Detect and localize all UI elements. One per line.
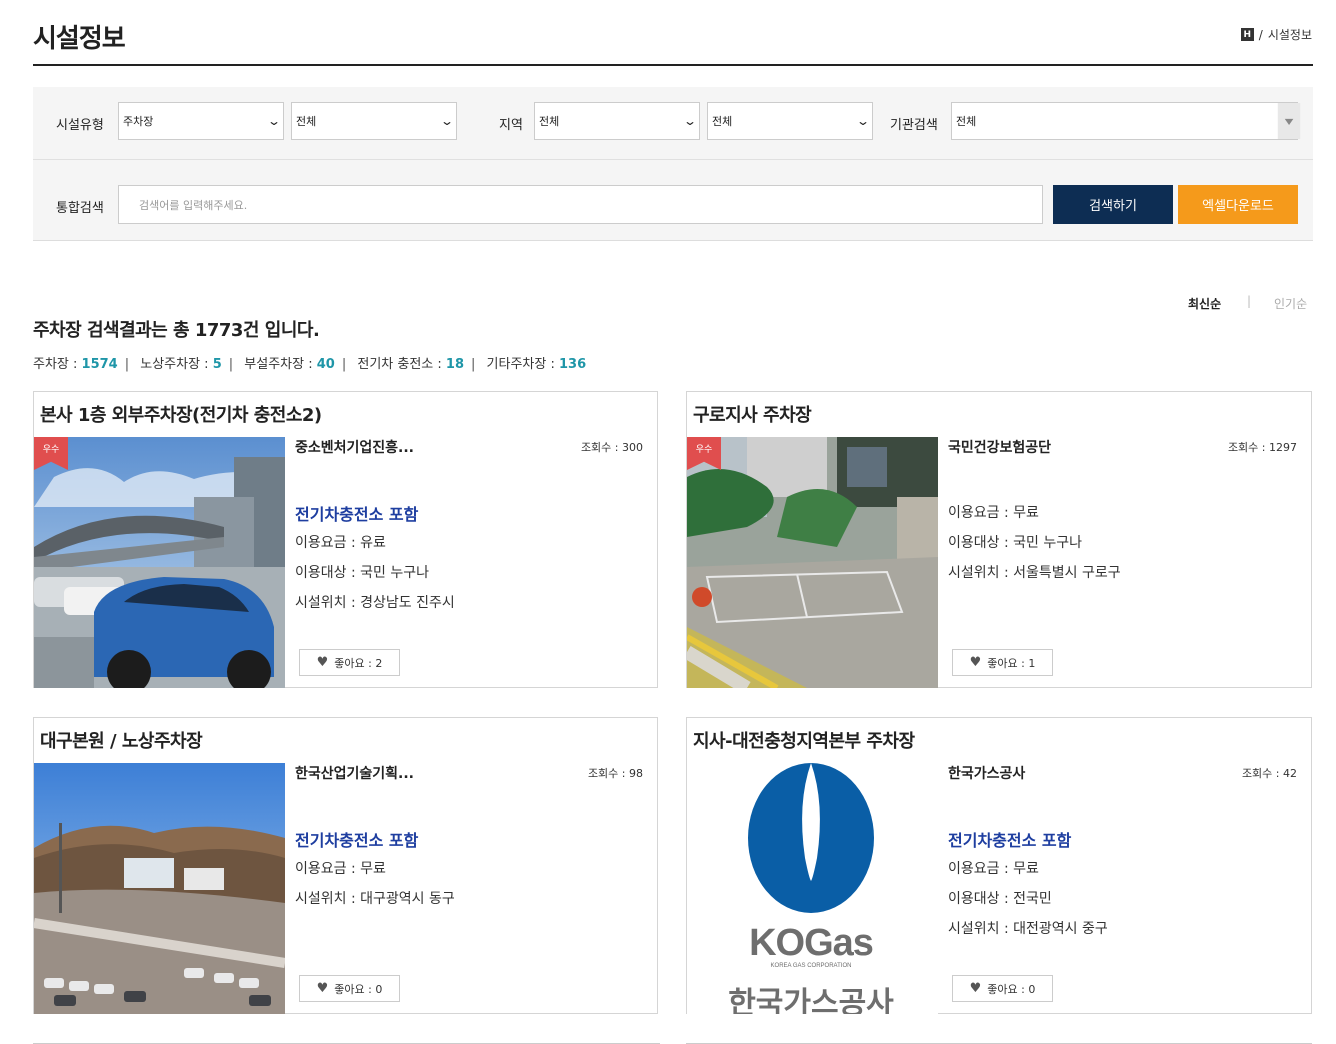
logo-text: KOGas: [749, 922, 873, 964]
title-divider: [33, 64, 1313, 66]
usage-target: 이용대상 : 전국민: [948, 891, 1052, 907]
breadcrumb-separator: /: [1258, 27, 1263, 42]
usage-fee: 이용요금 : 유료: [295, 535, 386, 551]
usage-fee: 이용요금 : 무료: [948, 505, 1039, 521]
sort-latest-link[interactable]: 최신순: [1188, 295, 1221, 312]
like-button[interactable]: ♥ 좋아요 : 2: [299, 649, 400, 676]
region-label: 지역: [499, 118, 523, 133]
like-button[interactable]: ♥ 좋아요 : 0: [299, 975, 400, 1002]
region-value: 전체: [539, 115, 560, 128]
logo-korean: 한국가스공사: [728, 986, 894, 1014]
like-count: 좋아요 : 0: [334, 982, 383, 996]
view-count: 조회수 : 42: [1241, 767, 1297, 780]
region-sub-value: 전체: [712, 115, 733, 128]
count-label: 기타주차장 :: [486, 357, 559, 372]
chevron-down-icon: ⌄: [682, 114, 698, 128]
category-counts: 주차장 : 1574 | 노상주차장 : 5 | 부설주차장 : 40 | 전기차 충…: [33, 357, 587, 372]
like-count: 좋아요 : 2: [334, 656, 383, 670]
view-count: 조회수 : 300: [580, 441, 643, 454]
facility-card[interactable]: 지사-대전충청지역본부 주차장 KOGas KOREA GAS CORPORAT…: [686, 717, 1312, 1014]
count-value: 5: [212, 357, 222, 372]
region-select[interactable]: 전체 ⌄: [534, 102, 700, 140]
ev-charger-note: 전기차충전소 포함: [295, 505, 419, 524]
facility-photo[interactable]: 우수: [687, 437, 938, 688]
facility-subtype-value: 전체: [296, 115, 317, 128]
view-count: 조회수 : 1297: [1227, 441, 1297, 454]
count-label: 노상주차장 :: [140, 357, 213, 372]
count-value: 136: [558, 357, 587, 372]
breadcrumb: H / 시설정보: [1240, 26, 1312, 43]
facility-location: 시설위치 : 대구광역시 동구: [295, 891, 455, 907]
chevron-down-icon: ⌄: [855, 114, 871, 128]
sort-separator: |: [1247, 294, 1252, 308]
panel-divider: [33, 159, 1313, 160]
page-title: 시설정보: [33, 24, 126, 54]
excel-download-button[interactable]: 엑셀다운로드: [1178, 185, 1298, 224]
facility-location: 시설위치 : 경상남도 진주시: [295, 595, 455, 611]
heart-icon: ♥: [316, 655, 329, 670]
heart-icon: ♥: [969, 981, 982, 996]
like-button[interactable]: ♥ 좋아요 : 0: [952, 975, 1053, 1002]
facility-type-value: 주차장: [123, 115, 154, 128]
count-value: 1574: [81, 357, 118, 372]
org-name: 한국가스공사: [948, 766, 1026, 782]
card-title[interactable]: 지사-대전충청지역본부 주차장: [693, 727, 915, 753]
search-input[interactable]: 검색어를 입력해주세요.: [118, 185, 1043, 224]
card-title[interactable]: 구로지사 주차장: [693, 401, 812, 427]
org-name: 국민건강보험공단: [948, 440, 1052, 456]
heart-icon: ♥: [316, 981, 329, 996]
facility-card[interactable]: 대구본원 / 노상주차장 한국산업기술기획... 조회수: 98 전기차충전소…: [33, 717, 658, 1014]
facility-type-select[interactable]: 주차장 ⌄: [118, 102, 284, 140]
count-label: 주차장 :: [33, 357, 82, 372]
facility-type-label: 시설유형: [56, 118, 104, 133]
result-summary: 주차장 검색결과는 총 1773건 입니다.: [33, 320, 320, 341]
facility-subtype-select[interactable]: 전체 ⌄: [291, 102, 457, 140]
facility-location: 시설위치 : 서울특별시 구로구: [948, 565, 1121, 581]
usage-fee: 이용요금 : 무료: [948, 861, 1039, 877]
facility-photo[interactable]: 우수: [34, 437, 285, 688]
card-title[interactable]: 대구본원 / 노상주차장: [40, 727, 203, 753]
home-icon[interactable]: H: [1240, 28, 1254, 41]
logo-subtext: KOREA GAS CORPORATION: [771, 963, 852, 969]
facility-photo[interactable]: [34, 763, 285, 1014]
like-count: 좋아요 : 0: [987, 982, 1036, 996]
count-value: 18: [445, 357, 464, 372]
sort-popular-link[interactable]: 인기순: [1274, 295, 1307, 312]
org-value: 전체: [956, 115, 977, 128]
facility-card[interactable]: 구로지사 주차장 우수 국민건강보험공단 조회수 : 1297 이용요금 : 무…: [686, 391, 1312, 688]
kogas-logo: KOGas KOREA GAS CORPORATION 한국가스공사: [687, 763, 938, 1014]
facility-photo[interactable]: KOGas KOREA GAS CORPORATION 한국가스공사: [687, 763, 938, 1014]
facility-card[interactable]: 본사 1층 외부주차장(전기차 충전소2) 우수 중소벤처기업진흥... 조회수…: [33, 391, 658, 688]
count-label: 부설주차장 :: [244, 357, 317, 372]
region-sub-select[interactable]: 전체 ⌄: [707, 102, 873, 140]
org-select[interactable]: 전체 ▼: [951, 102, 1301, 140]
like-button[interactable]: ♥ 좋아요 : 1: [952, 649, 1053, 676]
org-name: 중소벤처기업진흥...: [295, 440, 414, 456]
like-count: 좋아요 : 1: [987, 656, 1036, 670]
card-title[interactable]: 본사 1층 외부주차장(전기차 충전소2): [40, 401, 322, 427]
chevron-down-icon: ⌄: [266, 114, 282, 128]
ev-charger-note: 전기차충전소 포함: [295, 831, 419, 850]
chevron-down-icon: ⌄: [439, 114, 455, 128]
facility-location: 시설위치 : 대전광역시 중구: [948, 921, 1108, 937]
count-label: 전기차 충전소 :: [357, 357, 446, 372]
chevron-down-icon: ▼: [1277, 103, 1301, 139]
search-label: 통합검색: [56, 201, 104, 216]
org-name: 한국산업기술기획...: [295, 766, 414, 782]
heart-icon: ♥: [969, 655, 982, 670]
count-value: 40: [316, 357, 335, 372]
usage-target: 이용대상 : 국민 누구나: [295, 565, 429, 581]
breadcrumb-current: 시설정보: [1267, 28, 1312, 42]
view-count: 조회수 : 98: [587, 767, 643, 780]
ev-charger-note: 전기차충전소 포함: [948, 831, 1072, 850]
search-button[interactable]: 검색하기: [1053, 185, 1173, 224]
org-search-label: 기관검색: [890, 118, 938, 133]
usage-fee: 이용요금 : 무료: [295, 861, 386, 877]
usage-target: 이용대상 : 국민 누구나: [948, 535, 1082, 551]
